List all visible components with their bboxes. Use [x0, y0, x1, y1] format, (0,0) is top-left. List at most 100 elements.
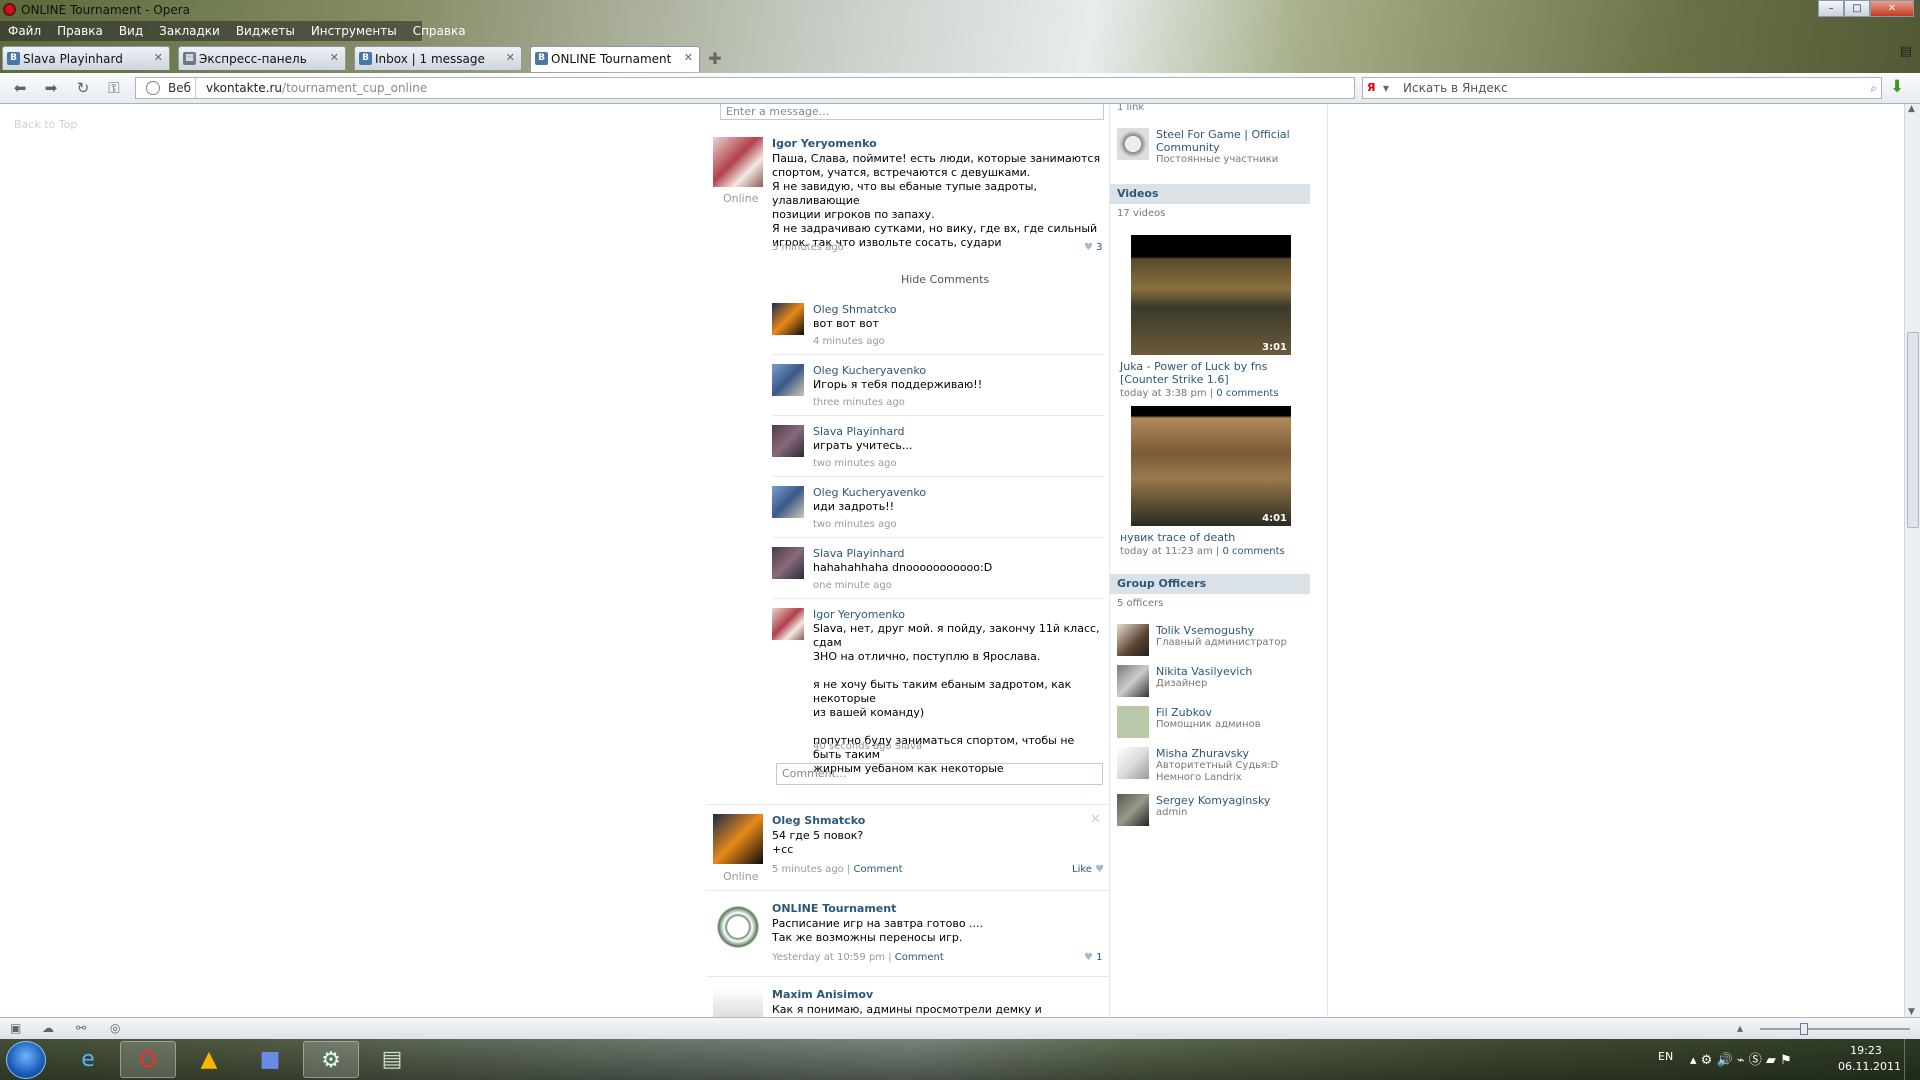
opera-icon[interactable]: O	[120, 1041, 176, 1078]
officers-header[interactable]: Group Officers	[1110, 574, 1310, 594]
menu-tools[interactable]: Инструменты	[303, 21, 405, 41]
menu-help[interactable]: Справка	[405, 21, 474, 41]
close-tab-icon[interactable]: ✕	[506, 51, 515, 64]
link-name[interactable]: Steel For Game | Official Community	[1156, 128, 1306, 154]
show-hidden-icons-icon[interactable]: ▴	[1690, 1053, 1697, 1068]
avatar[interactable]	[713, 988, 763, 1017]
menu-bookmarks[interactable]: Закладки	[151, 21, 228, 41]
avatar[interactable]	[772, 364, 804, 396]
internet-explorer-icon[interactable]: e	[60, 1041, 116, 1078]
panel-toggle-icon[interactable]: ▣	[10, 1021, 21, 1035]
hide-comments-link[interactable]: Hide Comments	[901, 273, 989, 286]
show-desktop-button[interactable]	[1904, 1039, 1920, 1080]
zoom-slider[interactable]	[1760, 1028, 1910, 1030]
avatar[interactable]	[713, 814, 763, 864]
post-author[interactable]: ONLINE Tournament	[772, 902, 896, 915]
scroll-down-icon[interactable]: ▼	[1908, 1007, 1915, 1017]
window-app-icon[interactable]: ▤	[364, 1041, 420, 1078]
comment-author[interactable]: Oleg Kucheryavenko	[813, 486, 926, 499]
nvidia-icon[interactable]: ▰	[1766, 1053, 1776, 1068]
delete-post-icon[interactable]: ✕	[1090, 812, 1101, 827]
comment-author[interactable]: Igor Yeryomenko	[813, 608, 905, 621]
avatar[interactable]	[772, 486, 804, 518]
network-icon[interactable]: ⌁	[1737, 1053, 1745, 1068]
comment-author[interactable]: Slava Playinhard	[813, 425, 905, 438]
comment-input[interactable]: Comment...	[776, 763, 1103, 785]
url-text[interactable]: vkontakte.ru/tournament_cup_online	[206, 78, 427, 98]
tab-inbox[interactable]: B Inbox | 1 message ✕	[354, 46, 522, 70]
like-counter[interactable]: ♥ 3	[1084, 242, 1103, 253]
unite-icon[interactable]: ⚯	[76, 1021, 86, 1035]
aimp-icon[interactable]: ▲	[181, 1041, 237, 1078]
close-tab-icon[interactable]: ✕	[154, 51, 163, 64]
video-thumbnail[interactable]: 4:01	[1131, 406, 1291, 526]
search-field[interactable]: Я ▾ Искать в Яндекс ⌕	[1362, 77, 1882, 99]
link-logo[interactable]	[1117, 128, 1149, 160]
officer-name[interactable]: Nikita Vasilyevich	[1156, 665, 1252, 678]
close-tab-icon[interactable]: ✕	[684, 51, 693, 64]
comment-author[interactable]: Oleg Shmatcko	[813, 303, 896, 316]
avatar[interactable]	[772, 608, 804, 640]
avatar[interactable]	[1117, 747, 1149, 779]
new-tab-button[interactable]: ✚	[706, 50, 724, 68]
menu-file[interactable]: Файл	[0, 21, 49, 41]
vertical-scrollbar[interactable]: ▲ ▼	[1904, 104, 1920, 1017]
wall-message-input[interactable]: Enter a message...	[720, 104, 1104, 120]
search-icon[interactable]: ⌕	[1870, 78, 1877, 98]
avatar[interactable]	[713, 902, 763, 952]
officer-name[interactable]: Fil Zubkov	[1156, 706, 1212, 719]
video-comments-link[interactable]: 0 comments	[1216, 388, 1278, 399]
tab-menu-icon[interactable]: ▤	[1900, 44, 1912, 59]
like-counter[interactable]: ♥ 1	[1084, 952, 1103, 963]
avatar[interactable]	[1117, 794, 1149, 826]
minimize-button[interactable]: –	[1818, 0, 1844, 17]
turbo-icon[interactable]: ◎	[110, 1021, 120, 1035]
avatar[interactable]	[1117, 706, 1149, 738]
chevron-down-icon[interactable]: ▾	[1383, 78, 1389, 98]
avatar[interactable]	[772, 425, 804, 457]
key-icon[interactable]: ⚿	[104, 79, 124, 97]
post-time[interactable]: Yesterday at 10:59 pm	[772, 952, 885, 963]
steam-tray-icon[interactable]: ⚙	[1701, 1053, 1713, 1068]
back-icon[interactable]: ⬅	[10, 79, 30, 97]
close-tab-icon[interactable]: ✕	[330, 51, 339, 64]
skype-icon[interactable]: Ⓢ	[1749, 1053, 1762, 1068]
scroll-up-icon[interactable]: ▲	[1908, 104, 1915, 114]
officer-name[interactable]: Misha Zhuravsky	[1156, 747, 1249, 760]
officer-name[interactable]: Sergey Komyaginsky	[1156, 794, 1270, 807]
avatar[interactable]	[772, 303, 804, 335]
officer-name[interactable]: Tolik Vsemogushy	[1156, 624, 1254, 637]
avatar[interactable]	[1117, 665, 1149, 697]
comment-link[interactable]: Comment	[895, 952, 944, 963]
video-comments-link[interactable]: 0 comments	[1222, 546, 1284, 557]
menu-edit[interactable]: Правка	[49, 21, 111, 41]
cloud-icon[interactable]: ☁	[42, 1021, 54, 1035]
address-bar[interactable]: Веб vkontakte.ru/tournament_cup_online	[135, 77, 1355, 99]
video-title[interactable]: Juka - Power of Luck by fns [Counter Str…	[1120, 360, 1310, 386]
language-indicator[interactable]: EN	[1658, 1050, 1673, 1063]
video-title[interactable]: нувик trace of death	[1120, 531, 1310, 544]
maximize-button[interactable]: □	[1844, 0, 1870, 17]
reload-icon[interactable]: ↻	[73, 79, 93, 97]
tab-online-tournament[interactable]: B ONLINE Tournament ✕	[530, 46, 700, 72]
zoom-slider-knob[interactable]	[1800, 1023, 1808, 1035]
floppy-app-icon[interactable]: ■	[242, 1041, 298, 1078]
post-time[interactable]: 5 minutes ago	[772, 242, 844, 253]
web-label[interactable]: Веб	[138, 78, 196, 98]
avatar[interactable]	[713, 137, 763, 187]
steam-icon[interactable]: ⚙	[303, 1041, 359, 1078]
menu-widgets[interactable]: Виджеты	[228, 21, 303, 41]
post-author[interactable]: Oleg Shmatcko	[772, 814, 865, 827]
clock[interactable]: 19:23 06.11.2011	[1838, 1043, 1901, 1075]
tab-slava-playinhard[interactable]: B Slava Playinhard ✕	[2, 46, 170, 70]
yandex-icon[interactable]: Я	[1367, 81, 1381, 95]
back-to-top-link[interactable]: Back to Top	[14, 118, 77, 131]
videos-header[interactable]: Videos	[1110, 184, 1310, 204]
comment-author[interactable]: Oleg Kucheryavenko	[813, 364, 926, 377]
start-button[interactable]	[6, 1041, 46, 1079]
menu-view[interactable]: Вид	[111, 21, 151, 41]
avatar[interactable]	[1117, 624, 1149, 656]
scrollbar-thumb[interactable]	[1907, 332, 1919, 528]
close-window-button[interactable]: ✕	[1870, 0, 1914, 17]
zoom-arrow-icon[interactable]: ▴	[1737, 1021, 1743, 1035]
